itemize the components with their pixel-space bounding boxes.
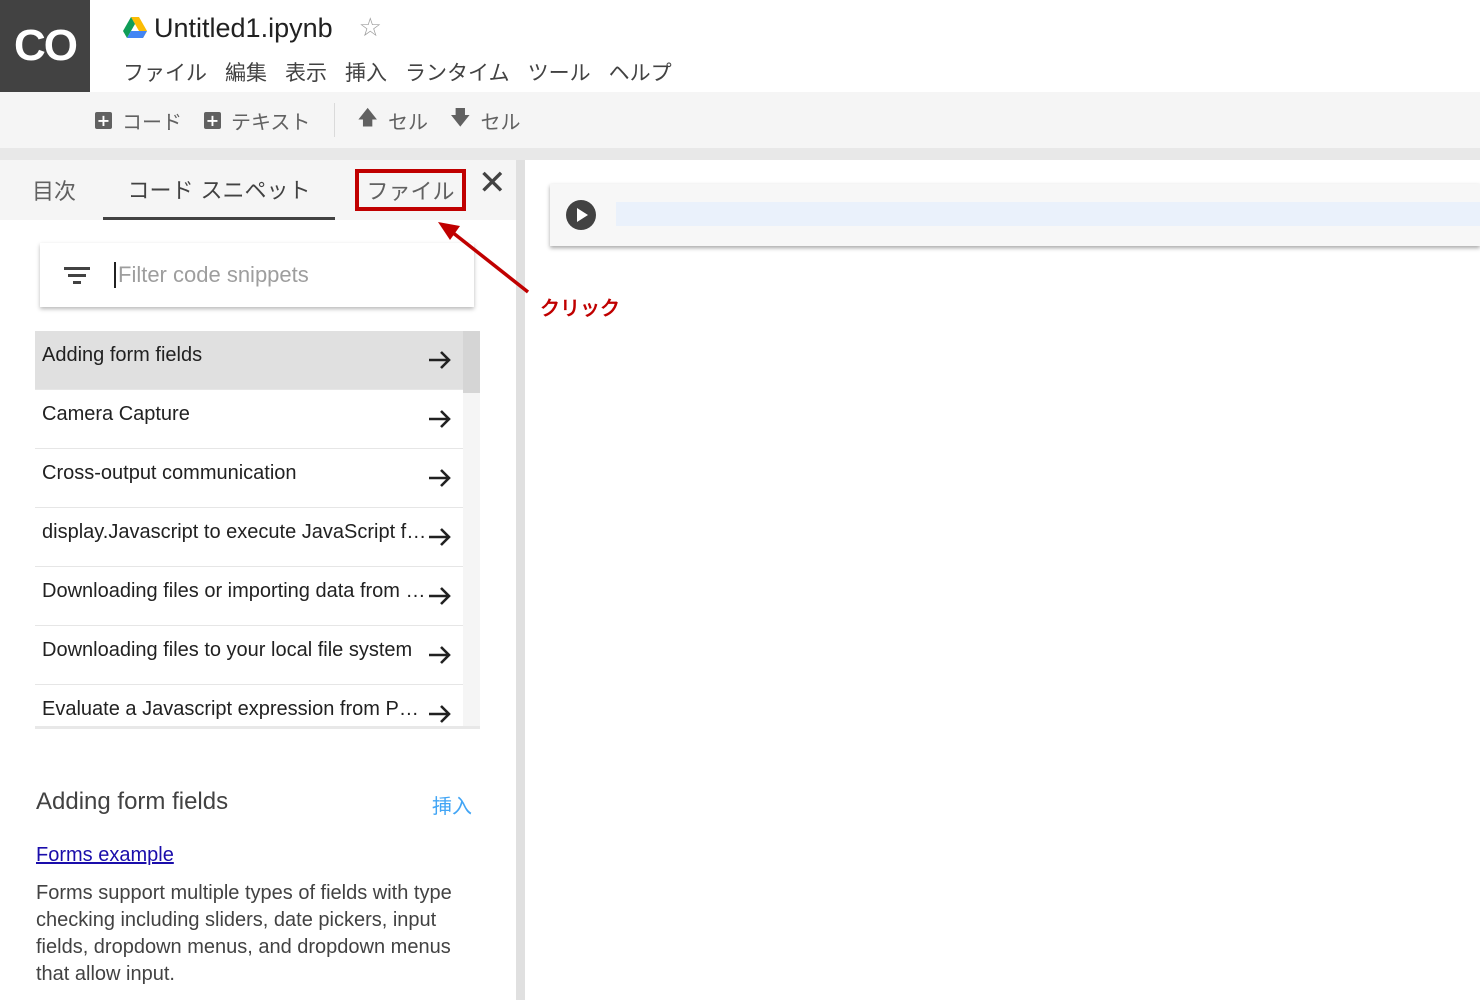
move-cell-up-label: セル bbox=[387, 109, 428, 134]
annotation-arrow bbox=[438, 222, 530, 294]
menu-tools[interactable]: ツール bbox=[528, 57, 591, 87]
list-item[interactable]: display.Javascript to execute JavaScript… bbox=[35, 508, 463, 567]
menu-edit[interactable]: 編集 bbox=[225, 57, 267, 87]
annotation-label: クリック bbox=[540, 296, 620, 320]
snippet-title: Adding form fields bbox=[42, 343, 203, 366]
snippet-detail-title: Adding form fields bbox=[36, 788, 229, 815]
list-item[interactable]: Downloading files to your local file sys… bbox=[35, 626, 463, 685]
snippet-title: Downloading files to your local file sys… bbox=[42, 638, 413, 661]
move-cell-up-button[interactable]: 🡅 セル bbox=[357, 103, 428, 137]
logo-text: CO bbox=[14, 21, 78, 70]
list-item[interactable]: Camera Capture bbox=[35, 390, 463, 449]
list-divider bbox=[35, 726, 480, 729]
snippet-title: Evaluate a Javascript expression from Py… bbox=[42, 697, 427, 720]
snippet-description: Forms support multiple types of fields w… bbox=[36, 882, 452, 985]
snippet-title: Cross-output communication bbox=[42, 461, 297, 484]
tab-code-snippets[interactable]: コード スニペット bbox=[103, 160, 335, 220]
scrollbar-thumb[interactable] bbox=[463, 331, 480, 393]
filter-snippets-input[interactable] bbox=[114, 262, 444, 288]
arrow-right-icon bbox=[429, 705, 451, 723]
menu-runtime[interactable]: ランタイム bbox=[405, 57, 510, 87]
colab-logo[interactable]: CO bbox=[0, 0, 90, 92]
play-circle-icon[interactable] bbox=[566, 200, 596, 230]
move-cell-down-label: セル bbox=[480, 109, 521, 134]
star-outline-icon[interactable]: ☆ bbox=[359, 15, 382, 41]
arrow-right-icon bbox=[429, 646, 451, 664]
snippet-filter bbox=[40, 243, 474, 307]
add-text-button[interactable]: + テキスト bbox=[204, 106, 310, 135]
menu-file[interactable]: ファイル bbox=[123, 57, 207, 87]
forms-example-link[interactable]: Forms example bbox=[36, 844, 174, 867]
snippet-title: display.Javascript to execute JavaScript… bbox=[42, 520, 427, 543]
arrow-down-icon: 🡇 bbox=[449, 105, 471, 129]
snippet-title: Camera Capture bbox=[42, 402, 190, 425]
list-item[interactable]: Downloading files or importing data from… bbox=[35, 567, 463, 626]
toolbar: + コード + テキスト 🡅 セル 🡇 セル bbox=[0, 92, 1480, 148]
notebook-title[interactable]: Untitled1.ipynb bbox=[154, 13, 333, 44]
toolbar-shadow bbox=[0, 148, 1480, 160]
tab-files[interactable]: ファイル bbox=[355, 169, 466, 211]
insert-snippet-button[interactable]: 挿入 bbox=[432, 790, 472, 819]
menu-help[interactable]: ヘルプ bbox=[609, 57, 672, 87]
google-drive-icon bbox=[123, 17, 147, 38]
tab-table-of-contents[interactable]: 目次 bbox=[32, 160, 76, 220]
list-item[interactable]: Cross-output communication bbox=[35, 449, 463, 508]
arrow-up-icon: 🡅 bbox=[357, 105, 378, 129]
toolbar-divider bbox=[334, 103, 336, 137]
code-cell[interactable] bbox=[550, 184, 1480, 246]
notebook-title-area: Untitled1.ipynb ☆ bbox=[122, 8, 382, 48]
move-cell-down-button[interactable]: 🡇 セル bbox=[450, 103, 521, 137]
add-code-label: コード bbox=[122, 109, 182, 134]
snippet-list: Adding form fields Camera Capture Cross-… bbox=[35, 331, 463, 727]
menu-view[interactable]: 表示 bbox=[285, 57, 327, 87]
add-text-label: テキスト bbox=[231, 109, 311, 134]
list-item[interactable]: Evaluate a Javascript expression from Py… bbox=[35, 685, 463, 727]
arrow-right-icon bbox=[429, 351, 451, 369]
menu-bar: ファイル 編集 表示 挿入 ランタイム ツール ヘルプ bbox=[123, 56, 690, 88]
filter-list-icon bbox=[64, 265, 90, 286]
arrow-right-icon bbox=[429, 528, 451, 546]
plus-box-icon: + bbox=[95, 110, 112, 130]
arrow-right-icon bbox=[429, 469, 451, 487]
snippet-title: Downloading files or importing data from… bbox=[42, 579, 427, 602]
arrow-right-icon bbox=[429, 410, 451, 428]
menu-insert[interactable]: 挿入 bbox=[345, 57, 387, 87]
cell-editor[interactable] bbox=[616, 202, 1480, 226]
arrow-right-icon bbox=[429, 587, 451, 605]
snippet-list-scrollbar[interactable] bbox=[463, 331, 480, 727]
add-code-button[interactable]: + コード bbox=[95, 106, 182, 135]
side-panel-tabs: 目次 コード スニペット ファイル ✕ bbox=[0, 160, 516, 220]
list-item[interactable]: Adding form fields bbox=[35, 331, 463, 390]
plus-box-icon: + bbox=[204, 110, 221, 130]
close-icon[interactable]: ✕ bbox=[478, 166, 507, 200]
